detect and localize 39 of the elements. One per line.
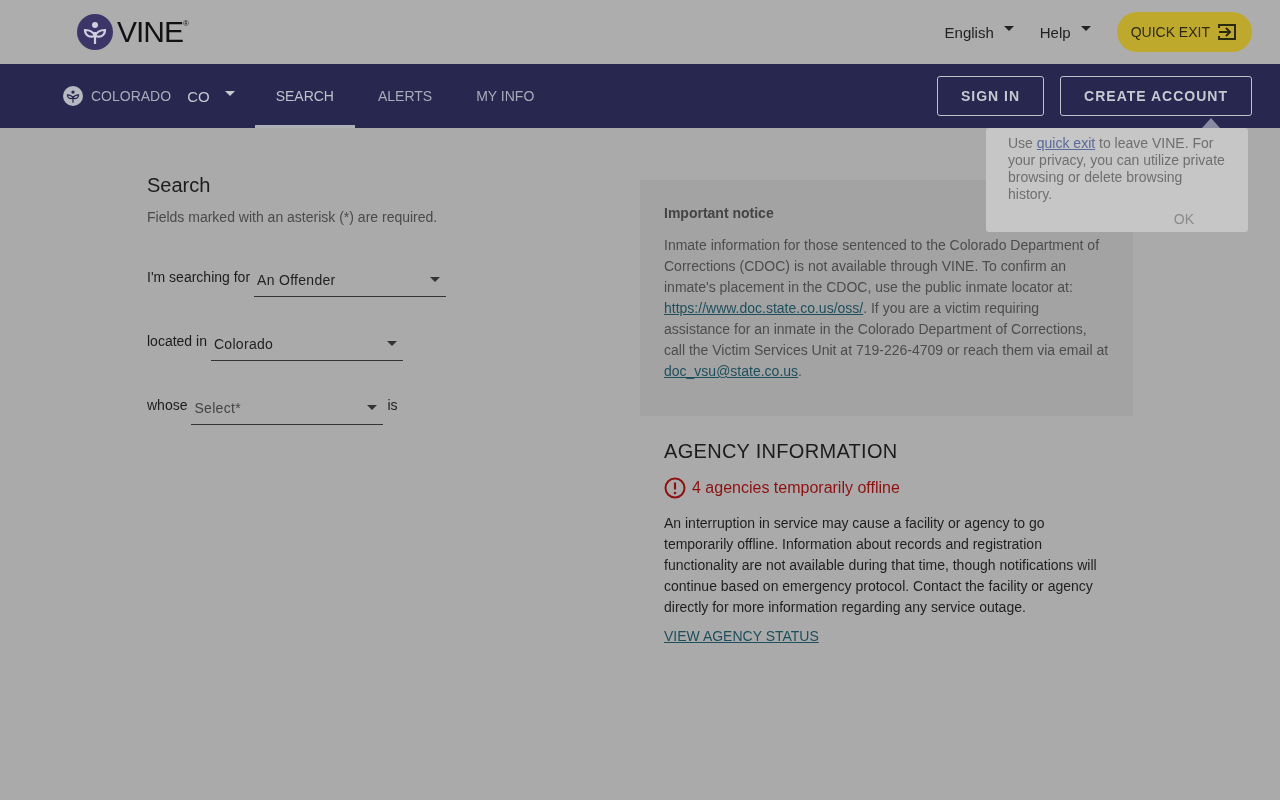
caret-icon [224, 90, 235, 96]
dropdown-field[interactable]: Colorado [210, 321, 403, 361]
nav-tab[interactable]: ALERTS [357, 64, 454, 128]
sprout-logo-icon [63, 86, 83, 106]
quick-exit-button[interactable]: QUICK EXIT [1116, 12, 1252, 52]
field-label: located in [147, 333, 207, 349]
dropdown-field[interactable]: Select* [191, 385, 384, 425]
notice-title: Important notice [664, 205, 774, 221]
notice-link[interactable]: https://www.doc.state.co.us/oss/ [664, 300, 864, 316]
sign-in-button[interactable]: SIGN IN [937, 76, 1045, 116]
create-account-button[interactable]: CREATE ACCOUNT [1060, 76, 1252, 116]
help-menu[interactable]: Help [1039, 23, 1091, 41]
quick-exit-link[interactable]: quick exit [1036, 135, 1096, 151]
alert-icon [664, 477, 686, 499]
field-label: is [387, 397, 398, 413]
state-name: COLORADO [91, 88, 172, 104]
agency-status-link[interactable]: VIEW AGENCY STATUS [664, 628, 819, 644]
caret-icon [430, 277, 441, 282]
offline-status-text: 4 agencies temporarily offline [692, 479, 900, 497]
language-menu[interactable]: English [944, 23, 1014, 41]
agency-text: An interruption in service may cause a facility or agency to go temporarily offline. Information about records and registration functionality are not available during that time, though notifications will continue based on emergency protocol. Contact the facility or agency directly for more information regarding any service outage. [664, 514, 1098, 617]
exit-icon [1218, 23, 1236, 41]
notice-text: Inmate information for those sentenced to the Colorado Department of Corrections (CDOC) is not available through VINE. To confirm an inmate's placement in the CDOC, use the public inmate locator at: https://www.doc.state.co.us/oss/. If you are a victim requiring assistance for an inmate in the Colorado Department of Corrections, call the Victim Services Unit at 719-226-4709 or reach them via email at doc_vsu@state.co.us. [664, 236, 1109, 381]
required-hint: Fields marked with an asterisk (*) are required. [147, 209, 439, 225]
popup-text: Use quick exit to leave VINE. For your privacy, you can utilize private browsing or delete browsing history. [1008, 135, 1226, 203]
agency-title: AGENCY INFORMATION [664, 440, 899, 463]
nav-tab[interactable]: SEARCH [254, 64, 355, 128]
caret-icon [1003, 25, 1014, 31]
caret-icon [367, 405, 378, 410]
nav-tab[interactable]: MY INFO [455, 64, 556, 128]
dropdown-field[interactable]: An Offender [254, 257, 447, 297]
search-title: Search [147, 174, 212, 197]
state-dropdown[interactable]: CO [179, 87, 235, 105]
caret-icon [386, 341, 397, 346]
logo-text: VINE® [117, 15, 188, 49]
sprout-logo-icon [77, 14, 113, 50]
caret-icon [1080, 25, 1091, 31]
field-label: whose [147, 397, 188, 413]
field-label: I'm searching for [147, 269, 251, 285]
